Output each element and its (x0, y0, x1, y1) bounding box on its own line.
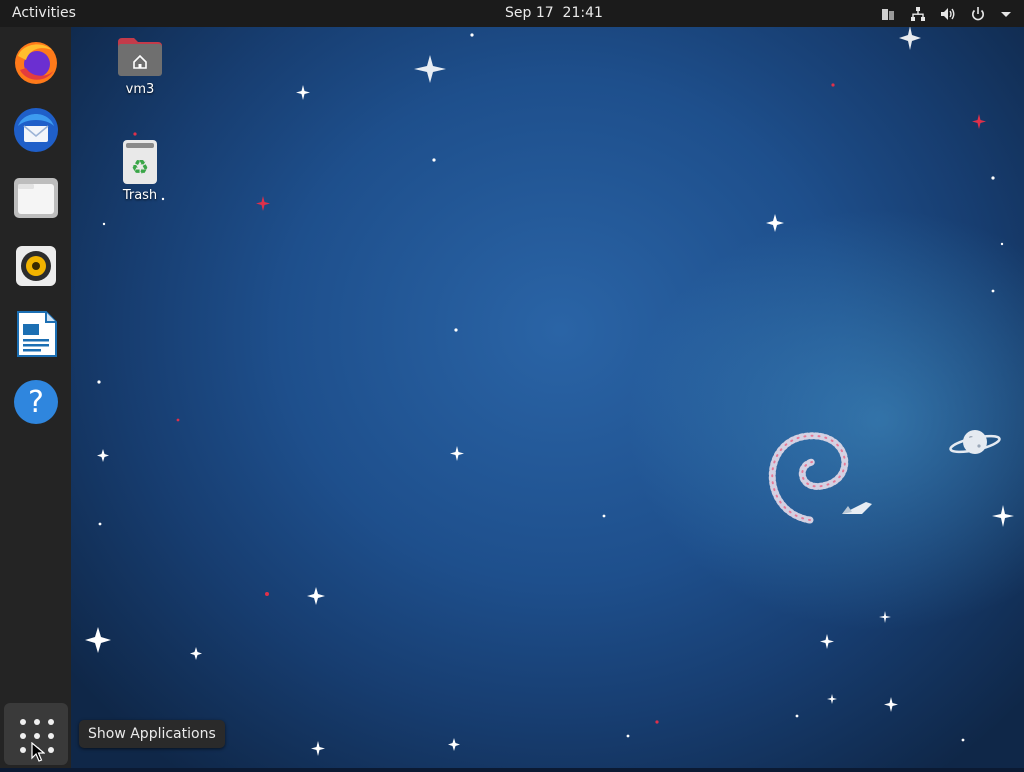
power-icon[interactable] (970, 6, 986, 22)
svg-text:?: ? (28, 385, 44, 420)
mouse-cursor-icon (31, 742, 45, 762)
wallpaper-art (85, 26, 1014, 756)
desktop-icon-label: Trash (122, 188, 158, 203)
show-applications-tooltip: Show Applications (79, 720, 225, 748)
firefox-icon (15, 42, 57, 84)
dock-item-help[interactable]: ? (12, 378, 60, 426)
home-folder-icon (118, 38, 162, 76)
help-icon: ? (14, 380, 58, 424)
chevron-down-icon[interactable] (1000, 6, 1012, 22)
files-icon (14, 178, 58, 218)
system-tray[interactable] (880, 4, 1012, 24)
stars (85, 26, 1014, 756)
desktop-icon-trash[interactable]: ♻ Trash (100, 140, 180, 203)
dock-item-thunderbird[interactable] (12, 106, 60, 154)
rocket-icon (842, 502, 872, 514)
dock: ? (0, 27, 71, 768)
planet-icon (949, 430, 1001, 454)
debian-swirl (768, 432, 849, 524)
thunderbird-icon (14, 108, 58, 152)
volume-icon[interactable] (940, 6, 956, 22)
dock-item-files[interactable] (12, 174, 60, 222)
desktop-wallpaper (0, 0, 1024, 768)
red-stars (133, 83, 986, 724)
clipboard-icon[interactable] (880, 6, 896, 22)
dock-item-firefox[interactable] (12, 38, 60, 86)
rhythmbox-icon (16, 246, 56, 286)
dock-item-writer[interactable] (12, 310, 60, 358)
top-bar: Activities Sep 17 21:41 (0, 0, 1024, 27)
network-icon[interactable] (910, 6, 926, 22)
svg-text:♻: ♻ (131, 155, 149, 179)
trash-icon: ♻ (123, 140, 157, 184)
desktop-icon-label: vm3 (125, 82, 155, 97)
clock[interactable]: Sep 17 21:41 (505, 5, 603, 21)
activities-button[interactable]: Activities (12, 5, 76, 21)
dock-item-rhythmbox[interactable] (12, 242, 60, 290)
writer-icon (17, 311, 57, 357)
desktop-icon-home[interactable]: vm3 (100, 36, 180, 97)
